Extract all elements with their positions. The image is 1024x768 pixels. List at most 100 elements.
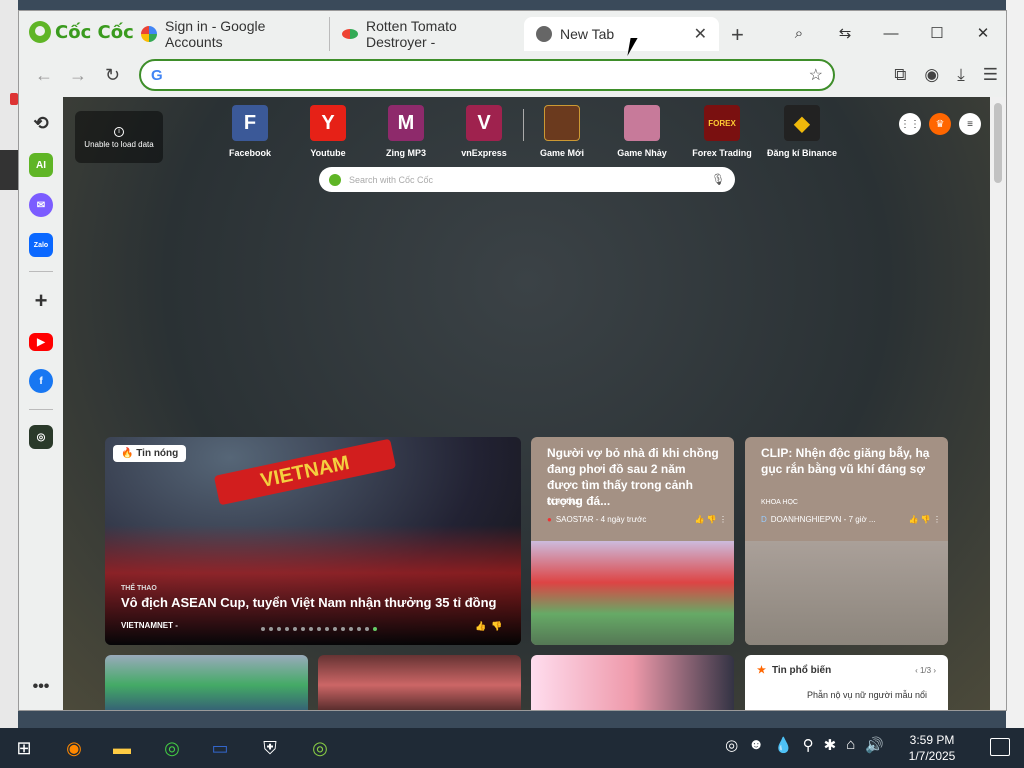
tab-new-tab[interactable]: New Tab ✕ <box>524 17 719 51</box>
sidebar-divider <box>29 409 53 410</box>
hero-title[interactable]: Vô địch ASEAN Cup, tuyển Việt Nam nhận t… <box>121 595 496 610</box>
crown-icon[interactable]: ♛ <box>929 113 951 135</box>
desktop-window-edge <box>0 150 18 190</box>
back-forward-icon[interactable]: ⇆ <box>822 19 868 47</box>
coccoc-2024-icon[interactable]: ◎ <box>29 425 53 449</box>
new-tab-page: i Unable to load data F Facebook Y Youtu… <box>63 97 991 710</box>
extensions-icon[interactable]: ⧉ <box>894 65 906 85</box>
news-thumbnail-stadium[interactable] <box>105 655 308 710</box>
speed-dial-youtube[interactable]: Y Youtube <box>293 105 363 158</box>
forex-tile-icon: FOREX <box>704 105 740 141</box>
settings-sliders-icon[interactable]: ≡ <box>959 113 981 135</box>
clock-date: 1/7/2025 <box>908 749 956 763</box>
dislike-icon[interactable]: 👎 <box>491 621 502 632</box>
coccoc-favicon-icon <box>536 26 552 42</box>
desktop-left-edge <box>0 0 18 728</box>
speed-dial-label: Đăng kí Binance <box>767 148 838 158</box>
close-window-button[interactable]: ✕ <box>960 19 1006 47</box>
more-icon[interactable]: ••• <box>29 675 53 699</box>
users-tray-icon[interactable]: ☻ <box>748 736 764 754</box>
tab-rotten-tomato[interactable]: Rotten Tomato Destroyer - <box>329 17 529 51</box>
tab-google-signin[interactable]: Sign in - Google Accounts <box>129 17 329 51</box>
coccoc-logo[interactable]: Cốc Cốc <box>29 21 134 43</box>
window-controls: ⌕ ⇆ — ☐ ✕ <box>776 19 1006 47</box>
network-icon[interactable]: ⌂ <box>846 736 855 754</box>
scrollbar-thumb[interactable] <box>994 103 1002 183</box>
system-tray: ◎ ☻ 💧 ⚲ ✱ ⌂ 🔊 <box>725 736 884 754</box>
volume-icon[interactable]: 🔊 <box>865 736 884 754</box>
youtube-icon[interactable]: ▶ <box>29 333 53 351</box>
back-arrow-icon[interactable]: ← <box>35 65 53 86</box>
history-icon[interactable]: ⟲ <box>29 111 53 135</box>
bookmark-star-icon[interactable]: ☆ <box>809 65 823 85</box>
firefox-icon[interactable]: ◉ <box>60 734 88 762</box>
microphone-icon[interactable]: 🎙 <box>711 173 725 186</box>
speed-dial-zingmp3[interactable]: M Zing MP3 <box>371 105 441 158</box>
chrome-tray-icon[interactable]: ◎ <box>725 736 738 754</box>
star-icon: ★ <box>757 665 766 676</box>
weather-widget[interactable]: i Unable to load data <box>75 111 163 163</box>
speed-dial-label: vnExpress <box>461 148 507 158</box>
news-thumbnail-person[interactable] <box>531 655 734 710</box>
taskbar: ⊞ ◉ ▬ ◎ ▭ ⛨ ◎ ◎ ☻ 💧 ⚲ ✱ ⌂ 🔊 3:59 PM 1/7/… <box>0 728 1024 768</box>
speed-dial-facebook[interactable]: F Facebook <box>215 105 285 158</box>
news-meta: D DOANHNGHIEPVN - 7 giờ ... 👍 👎 ⋮ <box>761 515 941 524</box>
file-explorer-icon[interactable]: ▬ <box>108 734 136 762</box>
windows-start-icon[interactable]: ⊞ <box>10 734 38 762</box>
speed-dial-game-moi[interactable]: Game Mới <box>527 105 597 158</box>
speed-dial-forex[interactable]: FOREX Forex Trading <box>687 105 757 158</box>
top-right-controls: ⋮⋮ ♛ ≡ <box>899 113 981 135</box>
source-icon: ● <box>547 515 552 524</box>
news-card[interactable]: Người vợ bỏ nhà đi khi chồng đang phơi đ… <box>531 437 734 645</box>
forward-arrow-icon[interactable]: → <box>69 65 87 86</box>
speed-dial-label: Game Nhảy <box>617 148 667 158</box>
like-dislike-more-icon[interactable]: 👍 👎 ⋮ <box>695 515 727 524</box>
speed-dial-binance[interactable]: ◆ Đăng kí Binance <box>767 105 837 158</box>
maximize-button[interactable]: ☐ <box>914 19 960 47</box>
carousel-dots[interactable] <box>261 627 377 631</box>
coccoc-taskbar-icon[interactable]: ◎ <box>306 734 334 762</box>
search-placeholder: Search with Cốc Cốc <box>349 174 434 185</box>
apps-grid-icon[interactable]: ⋮⋮ <box>899 113 921 135</box>
news-title[interactable]: CLIP: Nhện độc giăng bẫy, hạ gục rắn bằn… <box>745 437 948 477</box>
search-tabs-icon[interactable]: ⌕ <box>776 19 822 47</box>
like-icon[interactable]: 👍 <box>475 621 486 632</box>
zalo-icon[interactable]: Zalo <box>29 233 53 257</box>
news-thumbnail-luggage[interactable] <box>318 655 521 710</box>
clock[interactable]: 3:59 PM 1/7/2025 <box>900 732 964 764</box>
address-input[interactable] <box>170 67 809 83</box>
speed-dial-vnexpress[interactable]: V vnExpress <box>449 105 519 158</box>
address-bar[interactable]: G ☆ <box>139 59 835 91</box>
news-card[interactable]: CLIP: Nhện độc giăng bẫy, hạ gục rắn bằn… <box>745 437 948 645</box>
rainbow-favicon-icon <box>342 29 358 39</box>
scrollbar[interactable] <box>990 97 1006 710</box>
search-tray-icon[interactable]: ⚲ <box>803 736 814 754</box>
download-icon[interactable]: ⤓ <box>957 65 965 85</box>
security-shield-icon[interactable]: ⛨ <box>256 734 284 762</box>
chrome-icon[interactable]: ◎ <box>158 734 186 762</box>
speed-dial-game-nhay[interactable]: Game Nhảy <box>607 105 677 158</box>
facebook-icon[interactable]: f <box>29 369 53 393</box>
asterisk-tray-icon[interactable]: ✱ <box>824 736 837 754</box>
hero-news-card[interactable]: VIETNAM 🔥 Tin nóng THỂ THAO Vô địch ASEA… <box>105 437 521 645</box>
search-box[interactable]: Search with Cốc Cốc 🎙 <box>319 167 735 192</box>
minimize-button[interactable]: — <box>868 19 914 47</box>
close-tab-icon[interactable]: ✕ <box>694 24 707 44</box>
drop-tray-icon[interactable]: 💧 <box>774 736 793 754</box>
notifications-icon[interactable] <box>990 738 1010 756</box>
reload-icon[interactable]: ↻ <box>105 65 120 86</box>
add-icon[interactable]: + <box>29 288 53 313</box>
title-bar: Cốc Cốc Sign in - Google Accounts Rotten… <box>19 11 1006 55</box>
like-dislike-more-icon[interactable]: 👍 👎 ⋮ <box>909 515 941 524</box>
logo-text: Cốc Cốc <box>55 21 134 43</box>
messenger-icon[interactable]: ✉ <box>29 193 53 217</box>
menu-icon[interactable]: ☰ <box>983 65 998 85</box>
desktop-window-edge <box>10 93 18 105</box>
remote-desktop-icon[interactable]: ▭ <box>206 734 234 762</box>
popular-item[interactable]: Phẫn nộ vụ nữ người mẫu nổi <box>757 690 936 700</box>
ai-icon[interactable]: AI <box>29 153 53 177</box>
hot-news-badge: 🔥 Tin nóng <box>113 445 187 462</box>
profile-icon[interactable]: ◉ <box>924 65 939 85</box>
new-tab-button[interactable]: + <box>731 22 744 48</box>
popular-pager[interactable]: ‹ 1/3 › <box>915 666 936 675</box>
